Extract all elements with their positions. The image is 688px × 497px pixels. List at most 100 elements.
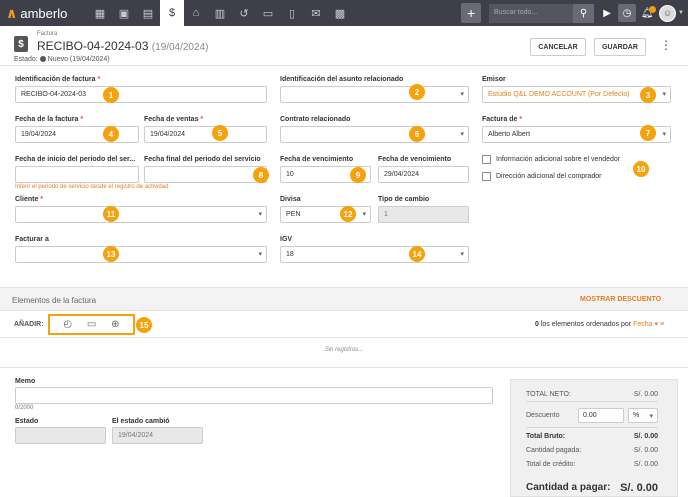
invoice-date-label: Fecha de la factura *	[15, 116, 84, 123]
add-label: AÑADIR:	[14, 321, 44, 328]
callout-badge-11: 11	[103, 206, 119, 222]
contacts-icon[interactable]: ▣	[112, 0, 136, 26]
order-info: 0 los elementos ordenados por Fecha ▾ ≡	[535, 320, 664, 328]
sales-date-label: Fecha de ventas *	[144, 116, 204, 123]
tax-select[interactable]: 18	[280, 246, 469, 263]
documents-icon[interactable]: ▯	[280, 0, 304, 26]
calendar-icon[interactable]: ▥	[208, 0, 232, 26]
divider	[0, 367, 688, 368]
nav-icons: ▦ ▣ ▤ $ ⌂ ▥ ↺ ▭ ▯ ✉ ▩	[88, 0, 352, 26]
divider	[526, 401, 658, 402]
doc-type: Factura	[37, 31, 58, 37]
brand[interactable]: ∧ amberlo	[0, 5, 88, 22]
sort-direction-icon[interactable]: ≡	[660, 321, 664, 328]
contract-label: Contrato relacionado	[280, 116, 351, 123]
issuer-label: Emisor	[482, 76, 506, 83]
exchange-rate-label: Tipo de cambio	[378, 196, 430, 203]
no-records-message: Sin registros...	[324, 347, 364, 353]
buyer-address-checkbox[interactable]: Dirección adicional del comprador	[482, 172, 601, 181]
state-changed-input: 19/04/2024	[112, 427, 203, 444]
due-date-input[interactable]: 29/04/2024	[378, 166, 469, 183]
matters-icon[interactable]: ▤	[136, 0, 160, 26]
sales-date-input[interactable]: 19/04/2024	[144, 126, 267, 143]
notifications-bell-icon[interactable]: 🔔︎	[638, 4, 657, 22]
play-icon[interactable]: ▶	[598, 4, 616, 22]
gross-total-row: Total Bruto: S/. 0.00	[526, 433, 658, 440]
callout-badge-8: 8	[253, 167, 269, 183]
seller-info-checkbox[interactable]: Información adicional sobre el vendedor	[482, 155, 620, 164]
add-items-row: AÑADIR: ◴ ▭ ⊕ 15 0 los elementos ordenad…	[0, 311, 688, 338]
global-search-input[interactable]: Buscar todo...	[489, 3, 574, 23]
service-start-input[interactable]	[15, 166, 139, 183]
amberlo-logo-icon: ∧	[6, 4, 18, 21]
folder-icon[interactable]: ▭	[256, 0, 280, 26]
due-days-label: Fecha de vencimiento	[280, 156, 354, 163]
show-discount-button[interactable]: MOSTRAR DESCUENTO	[580, 296, 661, 303]
invoice-id-label: Identificación de factura *	[15, 76, 101, 83]
checkbox-box[interactable]	[482, 155, 491, 164]
invoice-items-section: Elementos de la factura MOSTRAR DESCUENT…	[0, 287, 688, 311]
timer-icon[interactable]: ◷	[618, 4, 637, 22]
billing-icon[interactable]: $	[160, 0, 184, 26]
search-icon[interactable]: ⚲	[573, 3, 595, 23]
discount-row: Descuento 0.00 %	[526, 408, 658, 423]
invoice-dollar-icon: $	[14, 36, 28, 52]
exchange-rate-input: 1	[378, 206, 469, 223]
dashboard-icon[interactable]: ▦	[88, 0, 112, 26]
status-dot-icon	[39, 56, 46, 62]
callout-badge-6: 6	[409, 126, 425, 142]
currency-select[interactable]: PEN	[280, 206, 371, 223]
bill-to-select[interactable]	[15, 246, 267, 263]
state-label: Estado	[15, 418, 39, 425]
invoice-date-input[interactable]: 19/04/2024	[15, 126, 139, 143]
section-title: Elementos de la factura	[12, 296, 97, 305]
memo-textarea[interactable]	[15, 387, 493, 404]
callout-badge-7: 7	[640, 125, 656, 141]
callout-badge-5: 5	[212, 125, 228, 141]
buyer-address-label: Dirección adicional del comprador	[496, 173, 602, 180]
more-options-icon[interactable]: ⋮	[660, 38, 672, 52]
cancel-button[interactable]: CANCELAR	[530, 38, 586, 56]
add-fixed-fee-icon[interactable]: ⊕	[111, 319, 119, 330]
avatar[interactable]: ☺	[659, 4, 677, 22]
add-expense-icon[interactable]: ▭	[87, 319, 96, 330]
order-field-select[interactable]: Fecha ▾	[633, 321, 658, 328]
bank-icon[interactable]: ⌂	[184, 0, 208, 26]
invoice-of-label: Factura de *	[482, 116, 523, 123]
status-value: Nuevo (19/04/2024)	[47, 56, 110, 63]
invoice-id-input[interactable]: RECIBO-04-2024-03	[15, 86, 267, 103]
create-plus-button[interactable]: +	[461, 3, 482, 23]
mail-icon[interactable]: ✉	[304, 0, 328, 26]
contract-select[interactable]	[280, 126, 469, 143]
add-time-entry-icon[interactable]: ◴	[63, 319, 72, 330]
service-end-input[interactable]	[144, 166, 267, 183]
page-title: RECIBO-04-2024-03 (19/04/2024)	[37, 39, 208, 53]
save-button[interactable]: GUARDAR	[594, 38, 646, 56]
callout-badge-3: 3	[640, 87, 656, 103]
reports-icon[interactable]: ▩	[328, 0, 352, 26]
service-start-label: Fecha de inicio del periodo del ser...	[15, 156, 136, 163]
add-item-toolbar: ◴ ▭ ⊕	[48, 314, 135, 335]
seller-info-label: Información adicional sobre el vendedor	[496, 156, 621, 163]
discount-unit-select[interactable]: %	[628, 408, 658, 423]
matter-select[interactable]	[280, 86, 469, 103]
chevron-down-icon[interactable]: ▼	[678, 10, 684, 16]
infer-service-period-link[interactable]: Inferir el periodo de servicio desde el …	[15, 184, 168, 190]
callout-badge-4: 4	[103, 126, 119, 142]
callout-badge-12: 12	[340, 206, 356, 222]
currency-label: Divisa	[280, 196, 301, 203]
divider	[526, 427, 658, 428]
due-date-label: Fecha de vencimiento	[378, 156, 452, 163]
callout-badge-2: 2	[409, 84, 425, 100]
status-line: Estado: Nuevo (19/04/2024)	[14, 56, 110, 63]
callout-badge-1: 1	[103, 87, 119, 103]
bill-to-label: Facturar a	[15, 236, 49, 243]
paid-amount-row: Cantidad pagada: S/. 0.00	[526, 447, 658, 454]
checkbox-box[interactable]	[482, 172, 491, 181]
discount-input[interactable]: 0.00	[578, 408, 624, 423]
callout-badge-15: 15	[136, 317, 152, 333]
notification-count-badge	[649, 6, 657, 13]
tax-label: IGV	[280, 236, 293, 243]
client-select[interactable]	[15, 206, 267, 223]
history-icon[interactable]: ↺	[232, 0, 256, 26]
